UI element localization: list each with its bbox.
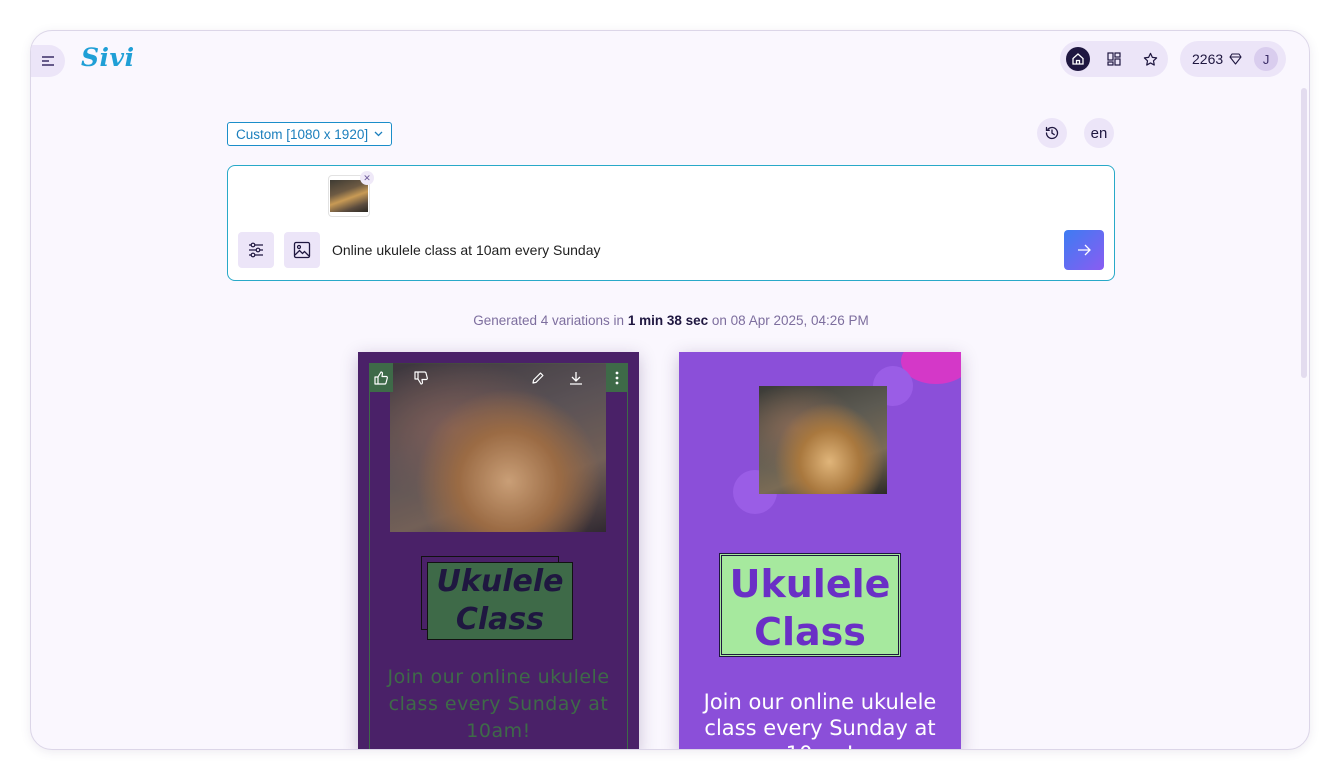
close-icon: ✕ [363, 172, 371, 183]
generation-timestamp: on 08 Apr 2025, 04:26 PM [711, 313, 869, 328]
generation-prefix: Generated 4 variations in [473, 313, 625, 328]
attached-image-thumbnail[interactable]: ✕ [328, 171, 374, 217]
star-icon [1143, 52, 1157, 66]
prompt-input[interactable]: Online ukulele class at 10am every Sunda… [332, 242, 600, 258]
size-select-label: Custom [1080 x 1920] [236, 126, 369, 142]
card-title-block: Ukulele Class [421, 556, 573, 640]
nav-pill [1060, 41, 1168, 77]
size-select[interactable]: Custom [1080 x 1920] [227, 122, 393, 146]
thumbs-up-icon [374, 370, 388, 385]
generation-info: Generated 4 variations in 1 min 38 sec o… [31, 313, 1309, 328]
like-button[interactable] [369, 363, 393, 392]
scrollbar[interactable] [1301, 88, 1307, 378]
add-image-button[interactable] [284, 232, 320, 268]
remove-image-button[interactable]: ✕ [360, 171, 374, 185]
more-button[interactable] [606, 363, 628, 392]
language-button[interactable]: en [1084, 118, 1114, 148]
card-title: Ukulele Class [427, 562, 573, 640]
card-subtitle: Join our online ukulele class every Sund… [703, 690, 937, 749]
diamond-icon [1229, 53, 1242, 65]
card-title-line-2: Class [455, 602, 545, 637]
history-button[interactable] [1037, 118, 1067, 148]
prompt-box: ✕ Online ukulele class at 10am every Sun… [227, 165, 1115, 281]
dislike-button[interactable] [409, 363, 433, 392]
templates-button[interactable] [1102, 47, 1126, 71]
logo[interactable]: Sivi [81, 43, 135, 72]
variation-card-2[interactable]: Ukulele Class Join our online ukulele cl… [679, 352, 961, 749]
sliders-icon [249, 242, 263, 258]
card-title: Ukulele Class [719, 553, 901, 657]
settings-button[interactable] [238, 232, 274, 268]
variation-card-1[interactable]: Ukulele Class Join our online ukulele cl… [358, 352, 639, 749]
download-button[interactable] [565, 363, 587, 392]
download-icon [570, 371, 582, 385]
menu-icon [42, 56, 54, 66]
home-button[interactable] [1066, 47, 1090, 71]
home-icon [1072, 53, 1084, 65]
menu-button[interactable] [31, 45, 65, 77]
credits-count: 2263 [1192, 51, 1224, 67]
card-title-line-1: Ukulele [436, 564, 564, 599]
app-window: Sivi 2263 J Custom [1080 x 1920] en ✕ On… [30, 30, 1310, 750]
grid-icon [1107, 52, 1121, 66]
edit-button[interactable] [527, 363, 549, 392]
pencil-icon [532, 372, 544, 384]
card-actions [369, 363, 628, 392]
thumbs-down-icon [414, 370, 428, 385]
card-title-line-2: Class [754, 610, 866, 654]
favorites-button[interactable] [1138, 47, 1162, 71]
ukulele-photo [759, 386, 887, 494]
arrow-right-icon [1078, 244, 1091, 256]
more-vertical-icon [615, 371, 619, 384]
card-subtitle: Join our online ukulele class every Sund… [387, 666, 610, 742]
chevron-down-icon [374, 131, 383, 137]
attached-image [330, 180, 368, 212]
card-title-line-1: Ukulele [729, 562, 891, 606]
image-icon [293, 241, 311, 259]
account-pill[interactable]: 2263 J [1180, 41, 1286, 77]
send-button[interactable] [1064, 230, 1104, 270]
avatar[interactable]: J [1254, 47, 1279, 71]
history-icon [1045, 126, 1059, 140]
generation-duration: 1 min 38 sec [627, 313, 709, 328]
